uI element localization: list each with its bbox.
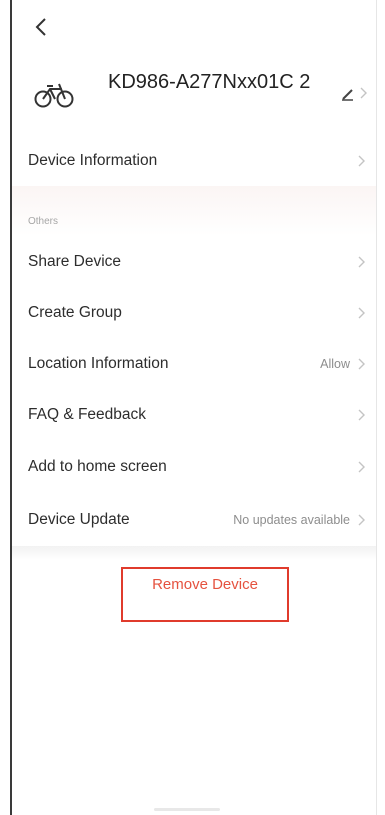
section-title-others: Others <box>28 216 59 227</box>
chevron-right-icon <box>358 155 365 167</box>
share-device-row[interactable]: Share Device <box>12 237 376 287</box>
divider-shade <box>12 546 376 560</box>
chevron-right-icon <box>358 461 365 473</box>
chevron-right-icon <box>358 256 365 268</box>
row-label: Share Device <box>28 253 122 270</box>
section-band <box>12 186 376 236</box>
chevron-right-icon <box>358 307 365 319</box>
faq-feedback-row[interactable]: FAQ & Feedback <box>12 390 376 440</box>
location-permission-value: Allow <box>320 357 350 371</box>
row-label: Add to home screen <box>28 458 167 475</box>
remove-device-button[interactable]: Remove Device <box>121 567 289 622</box>
row-label: Create Group <box>28 304 122 321</box>
row-label: Device Update <box>28 511 130 528</box>
chevron-right-icon <box>358 409 365 421</box>
device-settings-screen: KD986-A277Nxx01C 2 Device Information Ot… <box>10 0 377 815</box>
bicycle-icon <box>34 83 74 108</box>
device-information-row[interactable]: Device Information <box>12 136 376 186</box>
back-button[interactable] <box>30 14 52 40</box>
row-label: Device Information <box>28 152 158 169</box>
back-arrow-icon <box>35 18 46 36</box>
device-name: KD986-A277Nxx01C 2 <box>108 71 311 93</box>
create-group-row[interactable]: Create Group <box>12 288 376 338</box>
row-label: Location Information <box>28 355 169 372</box>
add-to-home-screen-row[interactable]: Add to home screen <box>12 442 376 492</box>
chevron-right-icon <box>358 514 365 526</box>
device-header: KD986-A277Nxx01C 2 <box>30 70 376 132</box>
remove-device-label: Remove Device <box>152 576 258 593</box>
edit-pencil-icon[interactable] <box>340 84 370 102</box>
row-label: FAQ & Feedback <box>28 406 147 423</box>
device-update-row[interactable]: Device Update No updates available <box>12 495 376 545</box>
chevron-right-icon <box>358 358 365 370</box>
home-indicator <box>154 808 220 811</box>
update-status-value: No updates available <box>233 513 350 527</box>
location-information-row[interactable]: Location Information Allow <box>12 339 376 389</box>
